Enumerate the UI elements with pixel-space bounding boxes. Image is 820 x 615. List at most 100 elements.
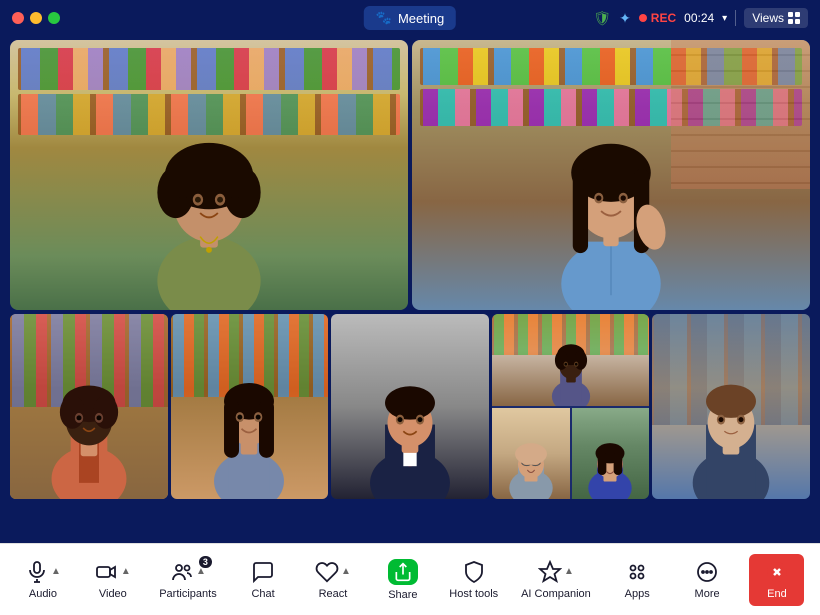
participants-icon xyxy=(170,560,194,584)
react-button[interactable]: ▲ React xyxy=(305,552,360,608)
titlebar-controls: 🛡 ✦ REC 00:24 ▾ Views xyxy=(593,8,808,28)
host-tools-label: Host tools xyxy=(449,588,498,600)
end-icon-area xyxy=(765,560,789,584)
share-icon-bg xyxy=(388,559,418,585)
meeting-label: Meeting xyxy=(398,11,444,26)
host-icon xyxy=(462,560,486,584)
share-icon-area xyxy=(388,559,418,585)
video-feed-5 xyxy=(331,314,489,499)
views-label: Views xyxy=(752,11,784,25)
participants-label: Participants xyxy=(159,588,216,600)
toolbar: ▲ Audio ▲ Video 3 ▲ Participants xyxy=(0,543,820,615)
ai-companion-button[interactable]: ▲ AI Companion xyxy=(517,552,595,608)
timer-display: 00:24 xyxy=(684,11,714,25)
video-area xyxy=(0,36,820,499)
maximize-dot[interactable] xyxy=(48,12,60,24)
ai-companion-label: AI Companion xyxy=(521,588,591,600)
chat-button[interactable]: Chat xyxy=(236,552,291,608)
video-button[interactable]: ▲ Video xyxy=(85,552,140,608)
meeting-title[interactable]: 🐾 Meeting xyxy=(364,6,456,30)
gallery-cell-5[interactable] xyxy=(652,314,810,499)
video-label: Video xyxy=(99,588,127,600)
titlebar: 🐾 Meeting 🛡 ✦ REC 00:24 ▾ Views xyxy=(0,0,820,36)
divider xyxy=(735,10,736,26)
video-feed-1 xyxy=(10,40,408,310)
react-icon xyxy=(315,560,339,584)
close-dot[interactable] xyxy=(12,12,24,24)
person-sil-7 xyxy=(492,412,570,499)
participants-chevron-icon: ▲ xyxy=(196,566,206,577)
gallery-cell-3[interactable] xyxy=(331,314,489,499)
chat-icon xyxy=(251,560,275,584)
react-label: React xyxy=(319,588,348,600)
more-button[interactable]: More xyxy=(680,552,735,608)
more-label: More xyxy=(695,588,720,600)
video-feed-3 xyxy=(10,314,168,499)
sub-cell-4b xyxy=(492,408,570,500)
views-button[interactable]: Views xyxy=(744,8,808,28)
react-icon-area: ▲ xyxy=(315,560,351,584)
chevron-down-icon[interactable]: ▾ xyxy=(722,13,727,24)
share-label: Share xyxy=(388,589,417,601)
gallery-cell-4[interactable] xyxy=(492,314,650,499)
apps-icon xyxy=(625,560,649,584)
top-video-row xyxy=(10,40,810,310)
chat-icon-area xyxy=(251,560,275,584)
security-shield-icon: 🛡 xyxy=(593,10,611,27)
minimize-dot[interactable] xyxy=(30,12,42,24)
apps-icon-area xyxy=(625,560,649,584)
video-chevron-icon: ▲ xyxy=(121,566,131,577)
audio-chevron-icon: ▲ xyxy=(51,566,61,577)
bottom-video-row xyxy=(10,314,810,499)
react-chevron-icon: ▲ xyxy=(341,566,351,577)
share-button[interactable]: Share xyxy=(375,551,430,609)
audio-button[interactable]: ▲ Audio xyxy=(15,552,70,608)
camera-icon xyxy=(95,560,119,584)
video-cell-1[interactable] xyxy=(10,40,408,310)
more-icon-area xyxy=(695,560,719,584)
grid-views-icon xyxy=(788,12,800,24)
participants-badge: 3 xyxy=(199,556,212,568)
ai-chevron-icon: ▲ xyxy=(564,566,574,577)
person-silhouette-1 xyxy=(40,89,378,310)
audio-label: Audio xyxy=(29,588,57,600)
video-feed-4 xyxy=(171,314,329,499)
sub-cell-4a xyxy=(492,314,650,406)
audio-icon-area: ▲ xyxy=(25,560,61,584)
meeting-icon: 🐾 xyxy=(376,10,392,26)
end-label: End xyxy=(767,588,787,600)
person-sil-5 xyxy=(331,333,489,500)
recording-badge: REC xyxy=(639,11,676,25)
chat-label: Chat xyxy=(251,588,274,600)
gallery-cell-2[interactable] xyxy=(171,314,329,499)
participants-icon-area: 3 ▲ xyxy=(170,560,206,584)
person-sil-9 xyxy=(652,333,810,500)
video-cell-2[interactable] xyxy=(412,40,810,310)
more-icon xyxy=(695,560,719,584)
ai-star-icon: ✦ xyxy=(619,10,631,27)
person-silhouette-2 xyxy=(432,81,790,311)
apps-label: Apps xyxy=(625,588,650,600)
person-sil-4 xyxy=(171,333,329,500)
end-button[interactable]: End xyxy=(749,554,804,606)
apps-button[interactable]: Apps xyxy=(610,552,665,608)
video-icon-area: ▲ xyxy=(95,560,131,584)
gallery-cell-1[interactable] xyxy=(10,314,168,499)
ai-icon xyxy=(538,560,562,584)
rec-label: REC xyxy=(651,11,676,25)
mic-icon xyxy=(25,560,49,584)
rec-dot-icon xyxy=(639,14,647,22)
participants-button[interactable]: 3 ▲ Participants xyxy=(155,552,220,608)
video-feed-2 xyxy=(412,40,810,310)
end-icon xyxy=(765,560,789,584)
window-controls xyxy=(12,12,60,24)
person-sil-6 xyxy=(492,319,650,406)
ai-icon-area: ▲ xyxy=(538,560,574,584)
video-feed-9 xyxy=(652,314,810,499)
sub-cell-4b-row xyxy=(492,408,650,500)
host-tools-button[interactable]: Host tools xyxy=(445,552,502,608)
share-icon xyxy=(393,562,413,582)
person-sil-3 xyxy=(10,333,168,500)
sub-cell-4c xyxy=(572,408,650,500)
person-sil-8 xyxy=(572,412,650,499)
